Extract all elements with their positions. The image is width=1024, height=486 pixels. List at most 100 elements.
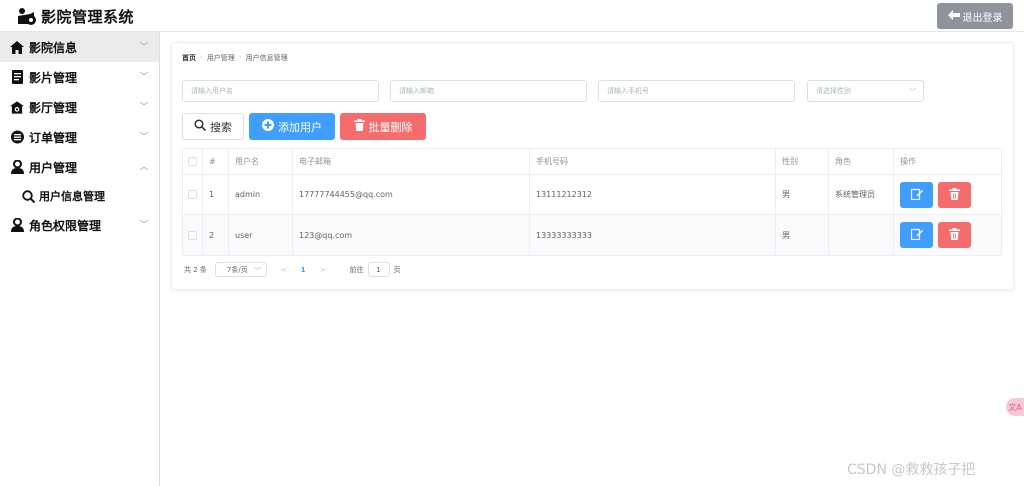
sidebar-item-label: 用户管理: [29, 160, 78, 175]
table-header-cell: 操作: [900, 157, 916, 166]
page-size-value: 7条/页: [226, 265, 248, 274]
breadcrumb-user-management: 用户管理: [206, 54, 235, 62]
sidebar-item-order-management[interactable]: 订单管理 ﹀: [0, 122, 159, 152]
delete-button[interactable]: [938, 222, 971, 248]
table-cell: [829, 215, 894, 255]
document-icon: [10, 70, 24, 84]
trash-icon: [353, 119, 365, 134]
batch-delete-button[interactable]: 批量删除: [340, 113, 426, 140]
table-cell: 男: [776, 175, 829, 214]
row-actions: [894, 215, 1001, 255]
gender-select[interactable]: 请选择性别 ﹀: [807, 80, 924, 102]
breadcrumb-home[interactable]: 首页: [182, 53, 196, 63]
sidebar-item-label: 影厅管理: [29, 100, 78, 115]
hall-icon: [10, 100, 24, 114]
select-all-checkbox[interactable]: [188, 157, 197, 166]
add-user-button[interactable]: 添加用户: [249, 113, 335, 140]
row-checkbox[interactable]: [188, 190, 197, 199]
add-user-label: 添加用户: [278, 120, 322, 134]
search-user-icon: [22, 189, 35, 203]
phone-input[interactable]: 请输入手机号: [598, 80, 795, 102]
row-checkbox[interactable]: [188, 230, 197, 240]
role-icon: [10, 218, 24, 232]
app-logo-icon: [16, 7, 38, 27]
table-cell: 13111212312: [530, 175, 776, 214]
edit-button[interactable]: [900, 181, 933, 208]
page-number-current[interactable]: 1: [301, 266, 306, 274]
search-icon: [194, 119, 207, 134]
email-placeholder: 请输入邮箱: [399, 87, 434, 95]
next-page-button[interactable]: >: [320, 266, 326, 274]
breadcrumb-user-info: 用户信息管理: [245, 54, 288, 62]
page-size-select[interactable]: 7条/页 ﹀: [214, 262, 267, 277]
sidebar-subitem-user-info[interactable]: 用户信息管理: [0, 182, 159, 210]
chevron-down-icon: ﹀: [140, 220, 148, 229]
chevron-up-icon: ︿: [140, 162, 148, 171]
sidebar-item-label: 角色权限管理: [29, 218, 102, 233]
table-header-row: # 用户名 电子邮箱 手机号码 性别 角色 操作: [183, 149, 1001, 175]
table-cell: 系统管理员: [829, 175, 894, 214]
edit-icon: [910, 188, 923, 202]
user-info-panel: 首页 › 用户管理 › 用户信息管理 请输入用户名 请输入邮箱 请输入手机号 请…: [171, 42, 1014, 290]
app-title: 影院管理系统: [41, 8, 135, 26]
translate-icon[interactable]: 文A: [1006, 398, 1024, 416]
home-icon: [10, 40, 24, 54]
row-actions: [894, 175, 1001, 214]
user-table: # 用户名 电子邮箱 手机号码 性别 角色 操作 1 admin 1777774…: [182, 148, 1002, 256]
table-header-cell: 角色: [829, 149, 894, 174]
sidebar-item-label: 订单管理: [29, 130, 78, 145]
username-input[interactable]: 请输入用户名: [182, 80, 379, 102]
goto-label: 前往: [349, 265, 364, 274]
trash-icon: [949, 228, 960, 242]
add-circle-icon: [262, 119, 274, 134]
sidebar-item-hall-management[interactable]: 影厅管理 ﹀: [0, 92, 159, 122]
pagination: 共 2 条 7条/页 ﹀ < 1 > 前往 1 页: [184, 262, 401, 277]
breadcrumb-separator: ›: [238, 53, 242, 61]
prev-page-button[interactable]: <: [281, 266, 287, 274]
sidebar-item-user-management[interactable]: 用户管理 ︿: [0, 152, 159, 182]
sidebar-item-cinema-info[interactable]: 影院信息 ﹀: [0, 32, 159, 62]
chevron-down-icon: ﹀: [253, 267, 261, 275]
table-cell: 123@qq.com: [293, 215, 530, 255]
delete-button[interactable]: [938, 181, 971, 208]
table-cell: user: [229, 215, 293, 255]
watermark: CSDN @救救孩子把: [847, 462, 976, 478]
sidebar-item-movie-management[interactable]: 影片管理 ﹀: [0, 62, 159, 92]
chevron-down-icon: ﹀: [140, 42, 148, 51]
sidebar-item-role-permission[interactable]: 角色权限管理 ﹀: [0, 210, 159, 240]
logout-label: 退出登录: [962, 12, 1003, 24]
sidebar-item-label: 影片管理: [29, 70, 78, 85]
table-row: 1 admin 17777744455@qq.com 13111212312 男…: [183, 175, 1001, 215]
chevron-down-icon: ﹀: [140, 72, 148, 81]
email-input[interactable]: 请输入邮箱: [390, 80, 587, 102]
table-header-cell: 性别: [776, 149, 829, 174]
user-icon: [10, 160, 24, 174]
table-cell: 13333333333: [530, 215, 776, 255]
table-header-cell: 手机号码: [530, 149, 776, 174]
chevron-down-icon: ﹀: [909, 88, 916, 96]
top-header: 影院管理系统 退出登录: [0, 0, 1024, 32]
table-header-cell: #: [203, 149, 229, 174]
username-placeholder: 请输入用户名: [191, 87, 233, 95]
breadcrumb: 首页 › 用户管理 › 用户信息管理: [182, 53, 288, 63]
chevron-down-icon: ﹀: [140, 132, 148, 141]
trash-icon: [949, 187, 960, 202]
batch-delete-label: 批量删除: [368, 120, 413, 134]
order-icon: [10, 130, 24, 144]
row-select: [183, 215, 203, 255]
sidebar-item-label: 影院信息: [29, 40, 78, 55]
edit-button[interactable]: [900, 222, 933, 248]
pagination-total: 共 2 条: [184, 265, 207, 274]
edit-icon: [910, 228, 923, 242]
row-select: [183, 175, 203, 214]
sidebar: 影院信息 ﹀ 影片管理 ﹀ 影厅管理 ﹀ 订单管理 ﹀ 用户管理 ︿ 用户信息管…: [0, 32, 160, 486]
goto-page-input[interactable]: 1: [367, 262, 390, 277]
logout-button[interactable]: 退出登录: [937, 3, 1013, 29]
table-row: 2 user 123@qq.com 13333333333 男: [183, 215, 1001, 255]
table-cell: admin: [229, 175, 293, 214]
search-label: 搜索: [210, 120, 232, 134]
phone-placeholder: 请输入手机号: [607, 87, 649, 95]
table-header-cell: 用户名: [229, 149, 293, 174]
search-button[interactable]: 搜索: [182, 113, 244, 140]
table-cell: 1: [203, 175, 229, 214]
